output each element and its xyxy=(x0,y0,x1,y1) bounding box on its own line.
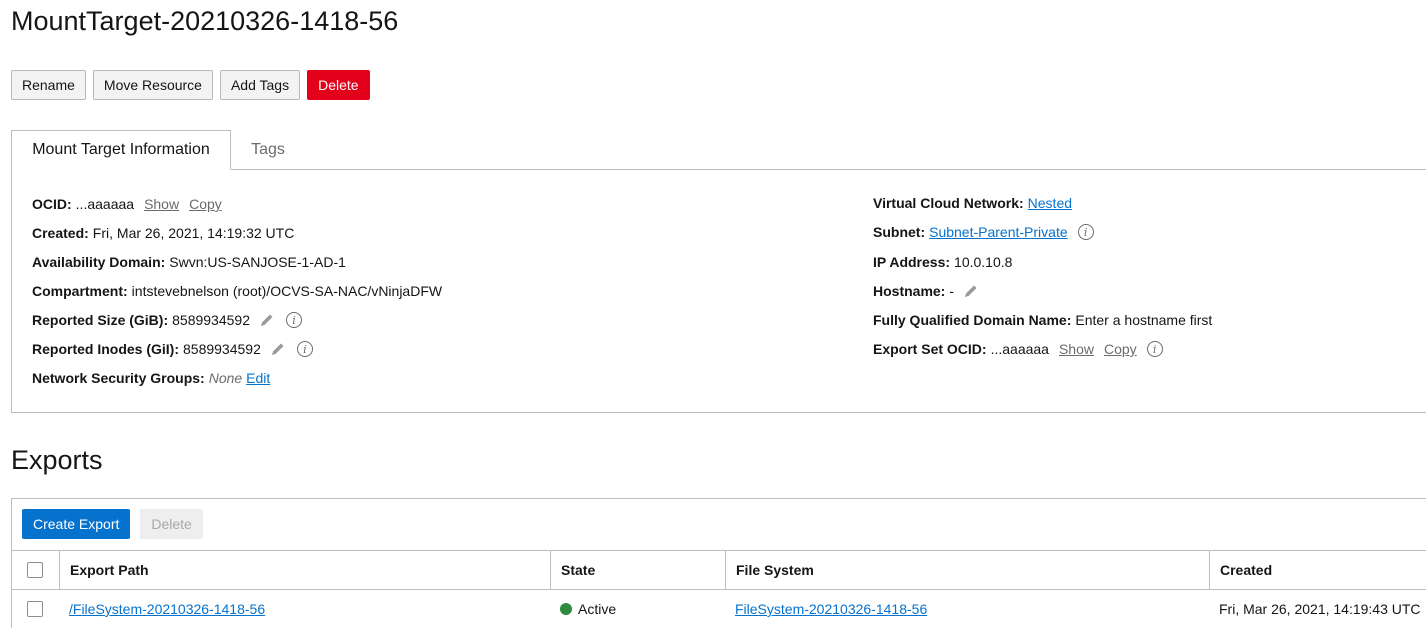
export-set-ocid-value: ...aaaaaa xyxy=(990,341,1049,357)
hostname-label: Hostname: xyxy=(873,283,946,299)
info-icon[interactable]: i xyxy=(1077,224,1094,240)
page-title: MountTarget-20210326-1418-56 xyxy=(11,6,399,36)
vcn-label: Virtual Cloud Network: xyxy=(873,195,1024,211)
created-value: Fri, Mar 26, 2021, 14:19:32 UTC xyxy=(92,225,295,241)
info-icon[interactable]: i xyxy=(286,312,302,328)
subnet-link[interactable]: Subnet-Parent-Private xyxy=(929,224,1068,240)
delete-button[interactable]: Delete xyxy=(307,70,370,100)
file-system-cell: FileSystem-20210326-1418-56 xyxy=(725,590,1209,628)
exports-title: Exports xyxy=(11,445,103,475)
rename-button[interactable]: Rename xyxy=(11,70,86,100)
select-all-cell xyxy=(12,551,59,589)
fqdn-label: Fully Qualified Domain Name: xyxy=(873,312,1072,328)
ocid-row: OCID: ...aaaaaa Show Copy xyxy=(32,194,222,214)
export-set-ocid-show-link[interactable]: Show xyxy=(1059,341,1094,357)
column-file-system[interactable]: File System xyxy=(725,551,1209,589)
fqdn-row: Fully Qualified Domain Name: Enter a hos… xyxy=(873,310,1212,330)
ip-address-label: IP Address: xyxy=(873,254,951,270)
nsg-label: Network Security Groups: xyxy=(32,370,205,386)
action-bar: Rename Move Resource Add Tags Delete xyxy=(11,70,370,100)
tab-bar: Mount Target Information Tags xyxy=(11,130,1426,170)
info-icon[interactable]: i xyxy=(296,341,313,357)
row-checkbox[interactable] xyxy=(27,601,43,617)
reported-inodes-label: Reported Inodes (GiI): xyxy=(32,341,179,357)
column-state[interactable]: State xyxy=(550,551,725,589)
vcn-row: Virtual Cloud Network: Nested xyxy=(873,193,1072,213)
move-resource-button[interactable]: Move Resource xyxy=(92,70,213,100)
compartment-value: intstevebnelson (root)/OCVS-SA-NAC/vNinj… xyxy=(131,283,443,299)
ocid-copy-link[interactable]: Copy xyxy=(189,196,222,212)
compartment-label: Compartment: xyxy=(32,283,128,299)
delete-export-button: Delete xyxy=(140,509,203,539)
export-set-ocid-copy-link[interactable]: Copy xyxy=(1104,341,1137,357)
ocid-value: ...aaaaaa xyxy=(75,196,135,212)
created-label: Created: xyxy=(32,225,89,241)
reported-inodes-value: 8589934592 xyxy=(183,341,261,357)
pencil-icon[interactable] xyxy=(962,282,980,300)
state-cell: Active xyxy=(550,590,725,628)
tab-mount-target-information[interactable]: Mount Target Information xyxy=(11,130,231,170)
state-value: Active xyxy=(578,601,617,617)
ip-address-value: 10.0.10.8 xyxy=(954,254,1013,270)
table-row: /FileSystem-20210326-1418-56 Active File… xyxy=(12,590,1426,628)
create-export-button[interactable]: Create Export xyxy=(22,509,131,539)
created-cell: Fri, Mar 26, 2021, 14:19:43 UTC xyxy=(1219,601,1421,617)
reported-inodes-row: Reported Inodes (GiI): 8589934592 i xyxy=(32,339,313,359)
ocid-show-link[interactable]: Show xyxy=(144,196,179,212)
ocid-label: OCID: xyxy=(32,196,72,212)
row-select-cell xyxy=(12,590,59,628)
nsg-edit-link[interactable]: Edit xyxy=(246,370,270,386)
info-icon[interactable]: i xyxy=(1146,341,1163,357)
availability-domain-value: Swvn:US-SANJOSE-1-AD-1 xyxy=(169,254,346,270)
fqdn-value: Enter a hostname first xyxy=(1075,312,1213,328)
table-header: Export Path State File System Created xyxy=(12,550,1426,590)
exports-table-container: Create Export Delete Export Path State F… xyxy=(11,498,1426,628)
pencil-icon[interactable] xyxy=(269,340,287,358)
nsg-row: Network Security Groups: None Edit xyxy=(32,368,270,388)
reported-size-value: 8589934592 xyxy=(172,312,250,328)
exports-toolbar: Create Export Delete xyxy=(22,509,203,539)
subnet-label: Subnet: xyxy=(873,224,926,240)
select-all-checkbox[interactable] xyxy=(27,562,43,578)
export-path-link[interactable]: /FileSystem-20210326-1418-56 xyxy=(69,601,265,617)
subnet-row: Subnet: Subnet-Parent-Private i xyxy=(873,222,1094,242)
status-dot-icon xyxy=(560,603,572,615)
availability-domain-row: Availability Domain: Swvn:US-SANJOSE-1-A… xyxy=(32,252,346,272)
column-created[interactable]: Created xyxy=(1209,551,1426,589)
add-tags-button[interactable]: Add Tags xyxy=(219,70,301,100)
column-export-path[interactable]: Export Path xyxy=(59,551,550,589)
export-set-ocid-row: Export Set OCID: ...aaaaaa Show Copy i xyxy=(873,339,1163,359)
mount-target-info-panel: OCID: ...aaaaaa Show Copy Created: Fri, … xyxy=(11,169,1426,413)
vcn-link[interactable]: Nested xyxy=(1028,195,1072,211)
reported-size-label: Reported Size (GiB): xyxy=(32,312,169,328)
nsg-value: None xyxy=(208,370,243,386)
hostname-value: - xyxy=(949,283,955,299)
pencil-icon[interactable] xyxy=(258,311,276,329)
created-row: Created: Fri, Mar 26, 2021, 14:19:32 UTC xyxy=(32,223,294,243)
reported-size-row: Reported Size (GiB): 8589934592 i xyxy=(32,310,302,330)
availability-domain-label: Availability Domain: xyxy=(32,254,166,270)
file-system-link[interactable]: FileSystem-20210326-1418-56 xyxy=(735,601,927,617)
export-set-ocid-label: Export Set OCID: xyxy=(873,341,987,357)
compartment-row: Compartment: intstevebnelson (root)/OCVS… xyxy=(32,281,442,301)
ip-address-row: IP Address: 10.0.10.8 xyxy=(873,252,1012,272)
hostname-row: Hostname: - xyxy=(873,281,980,301)
tab-tags[interactable]: Tags xyxy=(231,130,305,169)
export-path-cell: /FileSystem-20210326-1418-56 xyxy=(59,590,550,628)
